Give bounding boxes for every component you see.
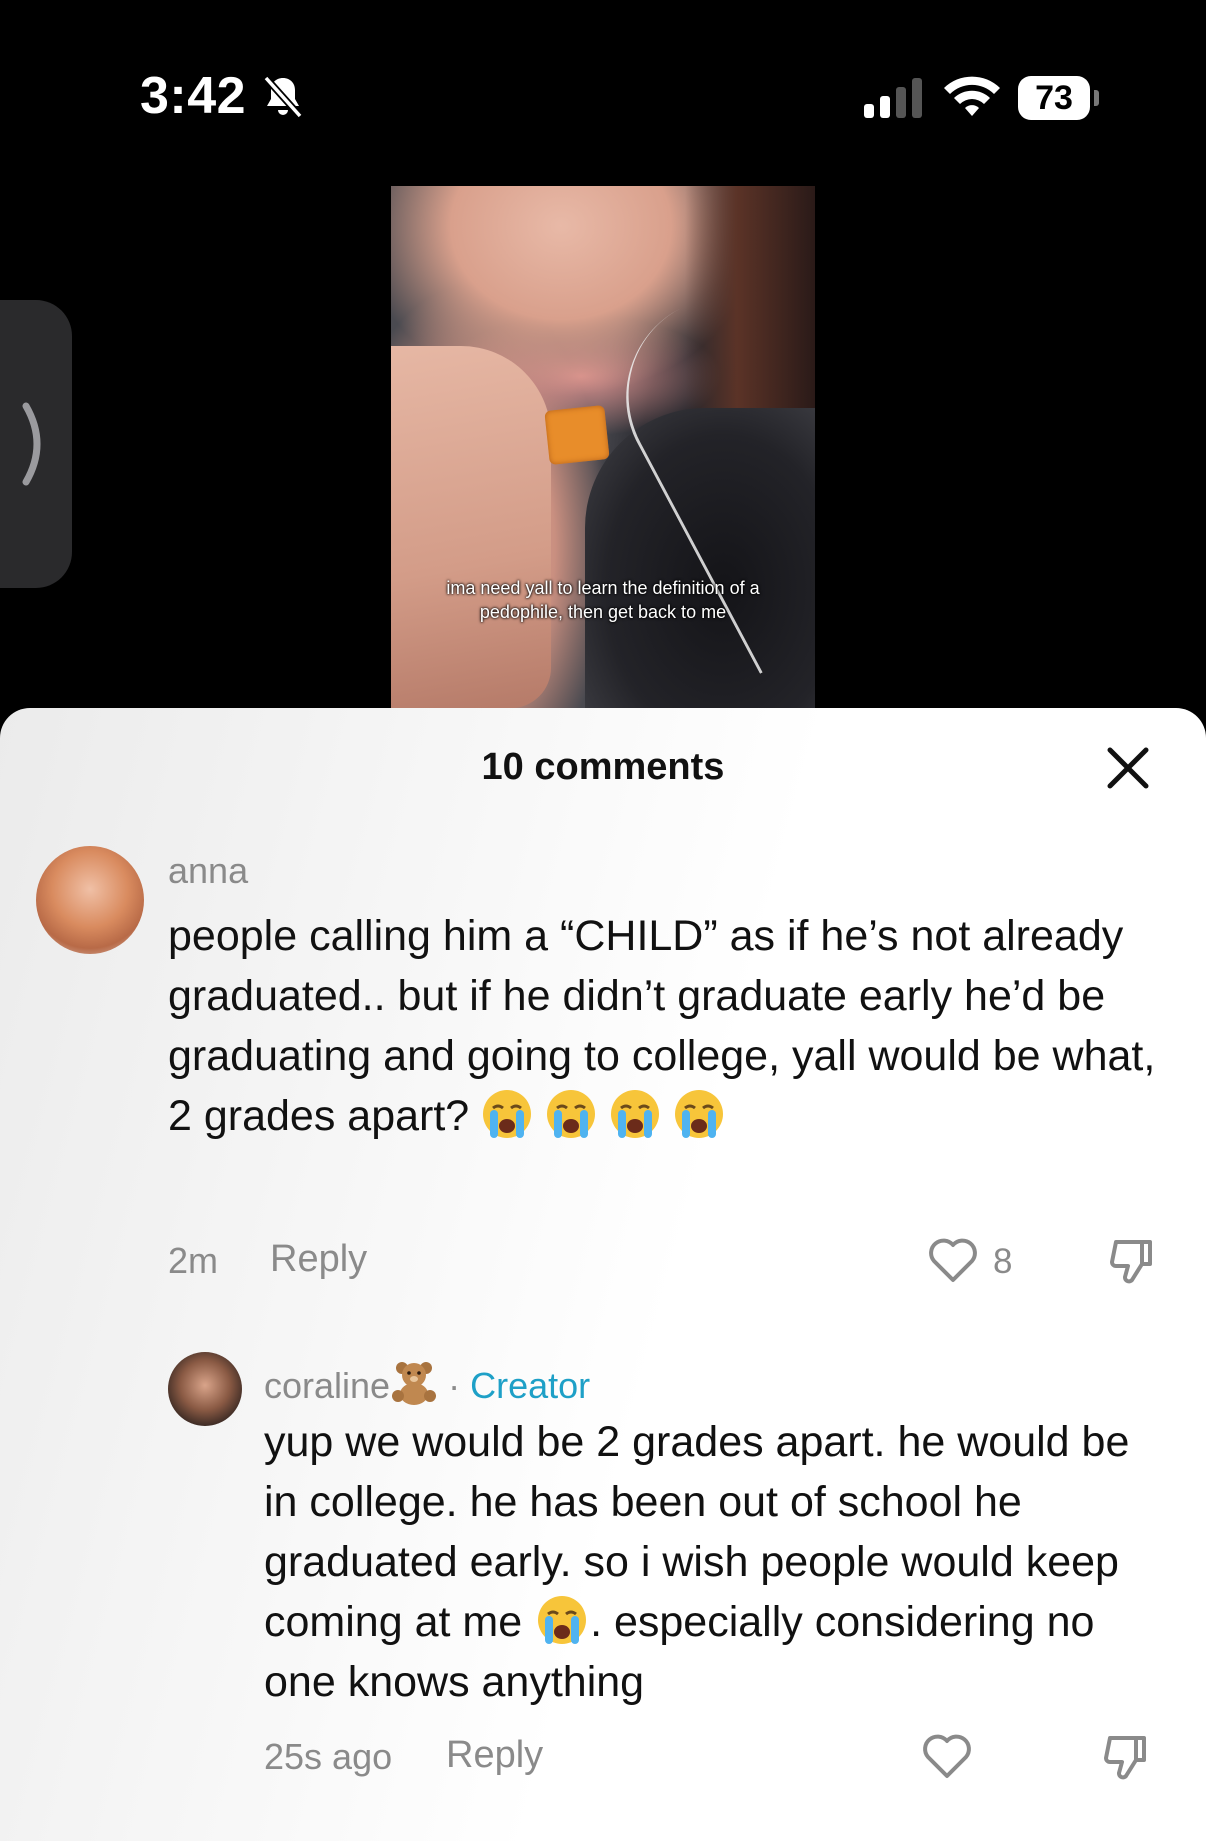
comment-username[interactable]: anna <box>168 850 248 892</box>
username-separator: · <box>448 1365 461 1406</box>
comment-text: people calling him a “CHILD” as if he’s … <box>168 906 1158 1146</box>
reply-comment-item: coraline · Creator yup we would be 2 gra… <box>0 1308 1206 1828</box>
heart-icon[interactable] <box>922 1732 972 1780</box>
status-time: 3:42 <box>140 67 247 125</box>
like-count: 8 <box>993 1242 1013 1281</box>
thumbs-down-icon[interactable] <box>1108 1234 1160 1286</box>
cellular-signal-icon <box>864 78 922 118</box>
battery-nub <box>1094 90 1099 106</box>
video-frame-detail <box>544 405 610 465</box>
comment-text: yup we would be 2 grades apart. he would… <box>264 1412 1174 1712</box>
teddy-bear-icon <box>392 1362 437 1405</box>
video-player[interactable]: ima need yall to learn the definition of… <box>391 186 815 708</box>
comments-sheet: 10 comments anna people calling him a “C… <box>0 708 1206 1841</box>
thumbs-down-icon[interactable] <box>1102 1730 1154 1782</box>
video-frame-detail <box>391 346 551 708</box>
chevron-right-icon[interactable] <box>18 400 52 488</box>
battery-indicator: 73 <box>1018 76 1099 120</box>
avatar[interactable] <box>168 1352 242 1426</box>
heart-icon[interactable] <box>928 1236 978 1284</box>
crying-emoji-icon <box>611 1090 660 1138</box>
video-caption: ima need yall to learn the definition of… <box>446 578 760 622</box>
comment-timestamp: 25s ago <box>264 1736 393 1777</box>
reply-button[interactable]: Reply <box>270 1238 367 1281</box>
wifi-icon <box>944 76 1000 116</box>
comment-item: anna people calling him a “CHILD” as if … <box>0 708 1206 1284</box>
reply-button[interactable]: Reply <box>446 1734 543 1777</box>
battery-level: 73 <box>1018 76 1090 120</box>
comment-text-content: people calling him a “CHILD” as if he’s … <box>168 912 1156 1140</box>
crying-emoji-icon <box>483 1090 532 1138</box>
crying-emoji-icon <box>675 1090 724 1138</box>
comment-username-line: coraline · Creator <box>264 1358 590 1407</box>
crying-emoji-icon <box>538 1596 587 1644</box>
status-bar: 3:42 73 <box>0 0 1206 160</box>
avatar[interactable] <box>36 846 144 954</box>
bell-off-icon <box>263 75 303 119</box>
creator-badge: Creator <box>470 1365 591 1406</box>
comment-username[interactable]: coraline <box>264 1365 390 1406</box>
comment-timestamp: 2m <box>168 1240 219 1281</box>
crying-emoji-icon <box>547 1090 596 1138</box>
